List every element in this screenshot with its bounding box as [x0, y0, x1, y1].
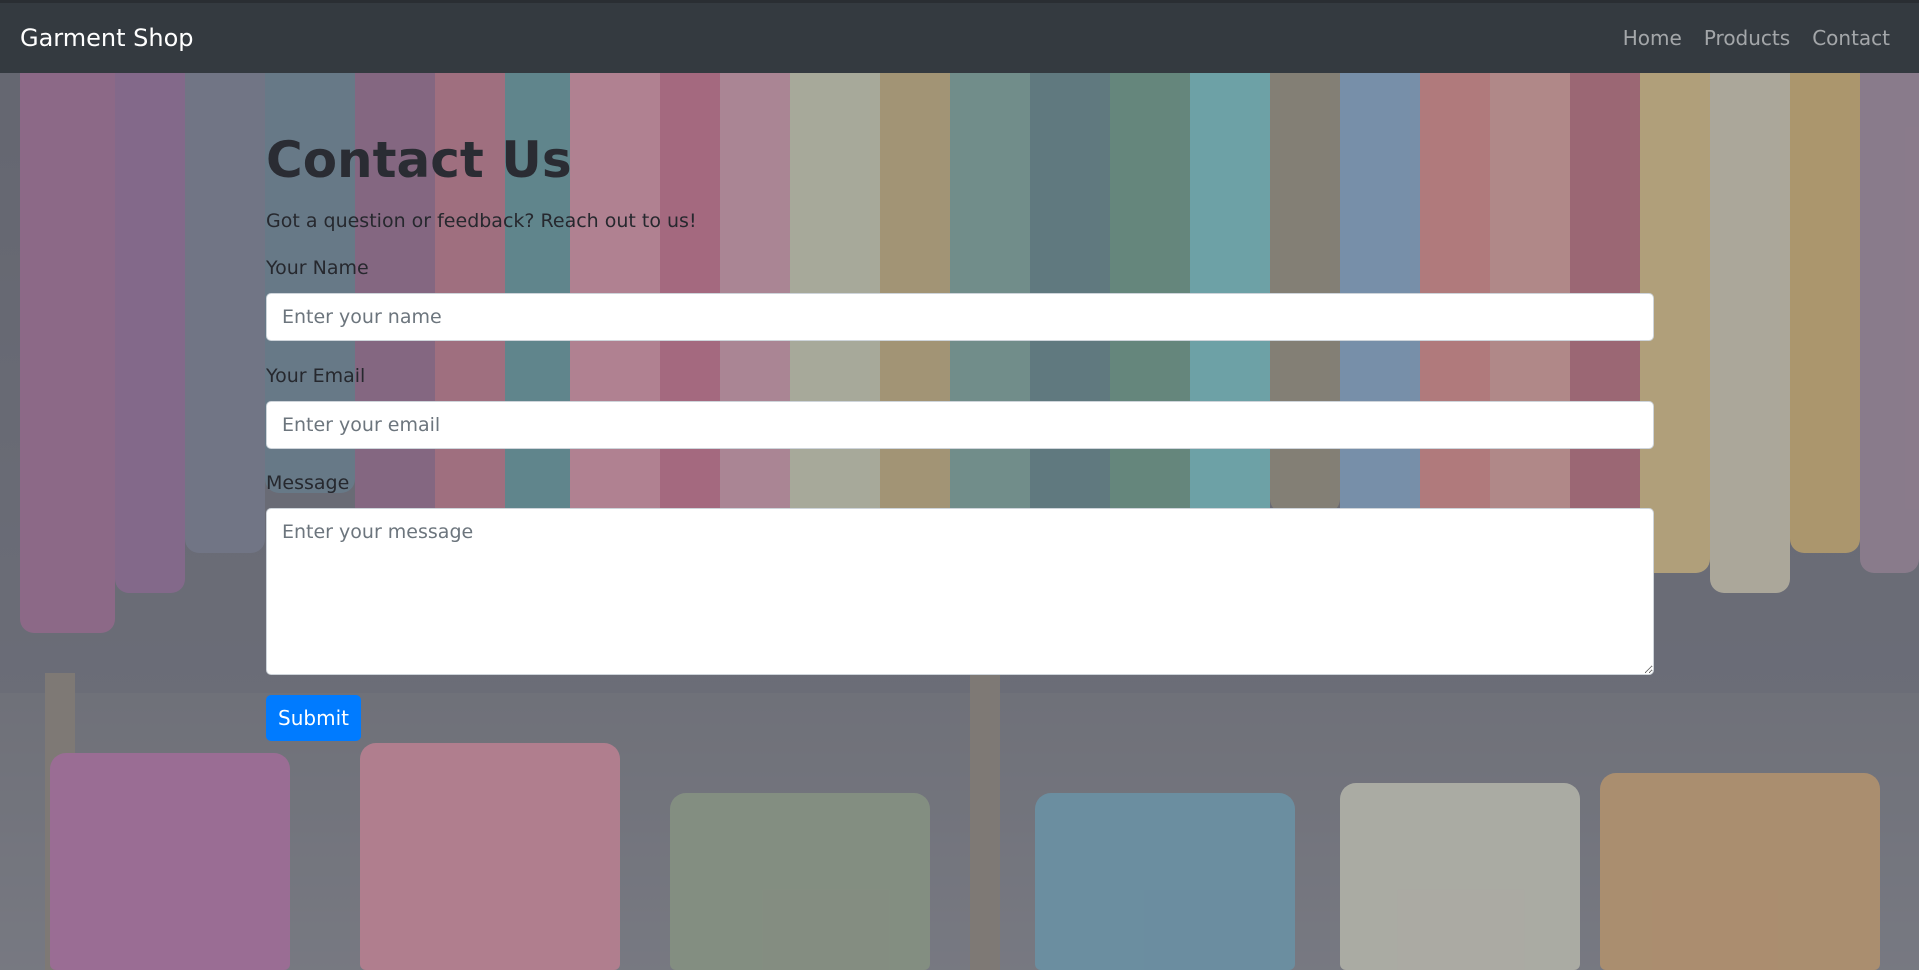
brand-link[interactable]: Garment Shop: [20, 24, 194, 52]
page-title: Contact Us: [266, 131, 572, 189]
navbar: Garment Shop Home Products Contact: [0, 0, 1919, 73]
email-input[interactable]: [266, 401, 1654, 449]
message-label: Message: [266, 472, 350, 494]
nav-links: Home Products Contact: [1623, 26, 1899, 50]
nav-link-contact[interactable]: Contact: [1812, 26, 1890, 50]
submit-button[interactable]: Submit: [266, 695, 361, 741]
page-subtitle: Got a question or feedback? Reach out to…: [266, 210, 697, 232]
name-label: Your Name: [266, 257, 369, 279]
email-label: Your Email: [266, 365, 366, 387]
nav-link-products[interactable]: Products: [1704, 26, 1790, 50]
name-input[interactable]: [266, 293, 1654, 341]
message-textarea[interactable]: [266, 508, 1654, 675]
nav-link-home[interactable]: Home: [1623, 26, 1682, 50]
